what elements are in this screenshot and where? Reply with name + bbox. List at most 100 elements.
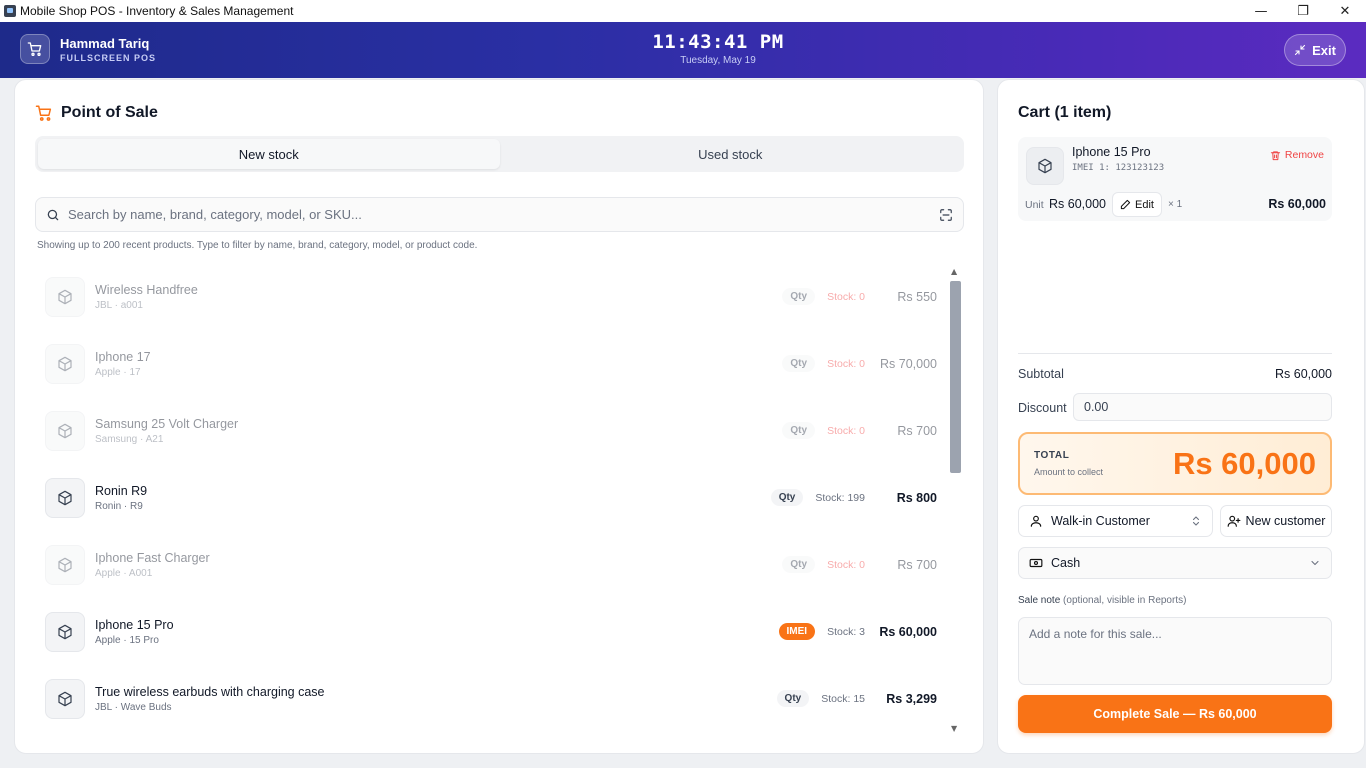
- package-icon: [45, 276, 85, 317]
- product-price: Rs 700: [897, 423, 937, 438]
- complete-sale-button[interactable]: Complete Sale — Rs 60,000: [1018, 695, 1332, 733]
- unit-label: Unit: [1025, 199, 1044, 211]
- qty-badge: Qty: [770, 489, 804, 506]
- item-quantity: × 1: [1168, 199, 1183, 210]
- payment-method-select[interactable]: Cash: [1018, 547, 1332, 579]
- trash-icon: [1270, 150, 1281, 161]
- package-icon: [45, 343, 85, 384]
- product-row[interactable]: Ronin R9 Ronin · R9 Qty Stock: 199 Rs 800: [35, 464, 947, 531]
- total-value: Rs 60,000: [1172, 446, 1316, 481]
- product-price: Rs 700: [897, 557, 937, 572]
- new-customer-label: New customer: [1245, 514, 1326, 528]
- cash-icon: [1029, 556, 1043, 570]
- user-icon: [1029, 514, 1043, 528]
- search-hint: Showing up to 200 recent products. Type …: [37, 240, 478, 251]
- window-titlebar: Mobile Shop POS - Inventory & Sales Mana…: [0, 0, 1366, 22]
- product-name: Iphone 15 Pro: [95, 617, 174, 632]
- product-row[interactable]: Iphone 15 Pro Apple · 15 Pro IMEI Stock: 3…: [35, 598, 947, 665]
- payment-method-value: Cash: [1051, 556, 1081, 570]
- product-row[interactable]: Samsung 25 Volt Charger Samsung · A21 Qty…: [35, 397, 947, 464]
- chevron-down-icon: [1309, 557, 1321, 569]
- user-plus-icon: [1227, 514, 1241, 528]
- package-icon: [45, 611, 85, 652]
- package-icon: [45, 477, 85, 518]
- package-icon: [45, 410, 85, 451]
- edit-label: Edit: [1135, 198, 1154, 211]
- stock-count: Stock: 3: [827, 625, 865, 638]
- pos-panel: Point of Sale New stock Used stock Showi…: [14, 79, 984, 754]
- product-name: Wireless Handfree: [95, 282, 198, 297]
- stock-count: Stock: 0: [827, 357, 865, 370]
- product-row[interactable]: Wireless Handfree JBL · a001 Qty Stock: 0 R…: [35, 263, 947, 330]
- cart-item-imei: IMEI 1: 123123123: [1072, 163, 1165, 173]
- search-input[interactable]: [68, 207, 931, 222]
- stock-count: Stock: 0: [827, 558, 865, 571]
- sale-note-textarea[interactable]: [1018, 617, 1332, 685]
- tab-used-stock[interactable]: Used stock: [500, 139, 962, 169]
- remove-item-button[interactable]: Remove: [1270, 149, 1324, 161]
- stock-count: Stock: 0: [827, 290, 865, 303]
- product-list-scrollbar[interactable]: ▲ ▼: [949, 267, 961, 733]
- customer-select[interactable]: Walk-in Customer: [1018, 505, 1213, 537]
- edit-price-button[interactable]: Edit: [1112, 192, 1162, 217]
- chevron-up-down-icon: [1190, 515, 1202, 527]
- product-brand-model: Apple · A001: [95, 567, 153, 579]
- new-customer-button[interactable]: New customer: [1220, 505, 1332, 537]
- qty-badge: Qty: [776, 690, 810, 707]
- package-icon: [45, 544, 85, 585]
- qty-badge: Qty: [782, 556, 816, 573]
- close-window-button[interactable]: ✕: [1324, 0, 1366, 22]
- scroll-up-icon[interactable]: ▲: [951, 267, 957, 276]
- pos-title: Point of Sale: [35, 104, 158, 122]
- product-row[interactable]: Iphone Fast Charger Apple · A001 Qty Stock…: [35, 531, 947, 598]
- totals-divider: [1018, 353, 1332, 354]
- product-brand-model: Samsung · A21: [95, 433, 164, 445]
- product-price: Rs 3,299: [886, 691, 937, 706]
- unit-price: Rs 60,000: [1049, 197, 1106, 211]
- product-brand-model: Apple · 15 Pro: [95, 634, 159, 646]
- product-row[interactable]: Iphone 17 Apple · 17 Qty Stock: 0 Rs 70,000: [35, 330, 947, 397]
- qty-badge: Qty: [782, 288, 816, 305]
- stock-count: Stock: 0: [827, 424, 865, 437]
- cart-panel: Cart (1 item) Iphone 15 Pro IMEI 1: 1231…: [997, 79, 1365, 754]
- package-icon: [1026, 147, 1064, 185]
- search-icon: [46, 208, 60, 222]
- app-icon: [4, 5, 16, 17]
- product-name: Iphone Fast Charger: [95, 550, 210, 565]
- qty-badge: Qty: [782, 422, 816, 439]
- exit-fullscreen-button[interactable]: Exit: [1284, 34, 1346, 66]
- minimize-button[interactable]: —: [1240, 0, 1282, 22]
- minimize-arrows-icon: [1294, 44, 1306, 56]
- line-total: Rs 60,000: [1268, 197, 1326, 211]
- scroll-down-icon[interactable]: ▼: [951, 724, 957, 733]
- stock-count: Stock: 199: [815, 491, 865, 504]
- pencil-icon: [1120, 199, 1131, 210]
- stock-count: Stock: 15: [821, 692, 865, 705]
- subtotal-value: Rs 60,000: [1275, 367, 1332, 381]
- discount-label: Discount: [1018, 401, 1067, 415]
- stock-tabs: New stock Used stock: [35, 136, 964, 172]
- cart-title: Cart (1 item): [1018, 104, 1112, 121]
- pos-header: Hammad Tariq FULLSCREEN POS 11:43:41 PM …: [0, 22, 1366, 78]
- exit-label: Exit: [1312, 42, 1336, 58]
- product-price: Rs 60,000: [879, 624, 937, 639]
- total-sublabel: Amount to collect: [1034, 467, 1104, 477]
- window-title: Mobile Shop POS - Inventory & Sales Mana…: [20, 4, 294, 18]
- product-name: Ronin R9: [95, 483, 148, 498]
- scrollbar-thumb[interactable]: [950, 281, 961, 473]
- product-price: Rs 800: [896, 490, 937, 505]
- barcode-scan-icon[interactable]: [939, 208, 953, 222]
- cart-item-name: Iphone 15 Pro: [1072, 145, 1151, 159]
- maximize-button[interactable]: ❐: [1282, 0, 1324, 22]
- product-list: Wireless Handfree JBL · a001 Qty Stock: 0 R…: [35, 263, 947, 743]
- qty-badge: Qty: [782, 355, 816, 372]
- product-brand-model: JBL · a001: [95, 299, 143, 311]
- product-row[interactable]: True wireless earbuds with charging case…: [35, 665, 947, 732]
- imei-badge: IMEI: [778, 623, 816, 640]
- discount-input[interactable]: [1073, 393, 1332, 421]
- product-name: Iphone 17: [95, 349, 151, 364]
- tab-new-stock[interactable]: New stock: [38, 139, 500, 169]
- product-brand-model: Apple · 17: [95, 366, 141, 378]
- product-price: Rs 70,000: [880, 356, 937, 371]
- sale-note-title: Sale note: [1018, 595, 1061, 606]
